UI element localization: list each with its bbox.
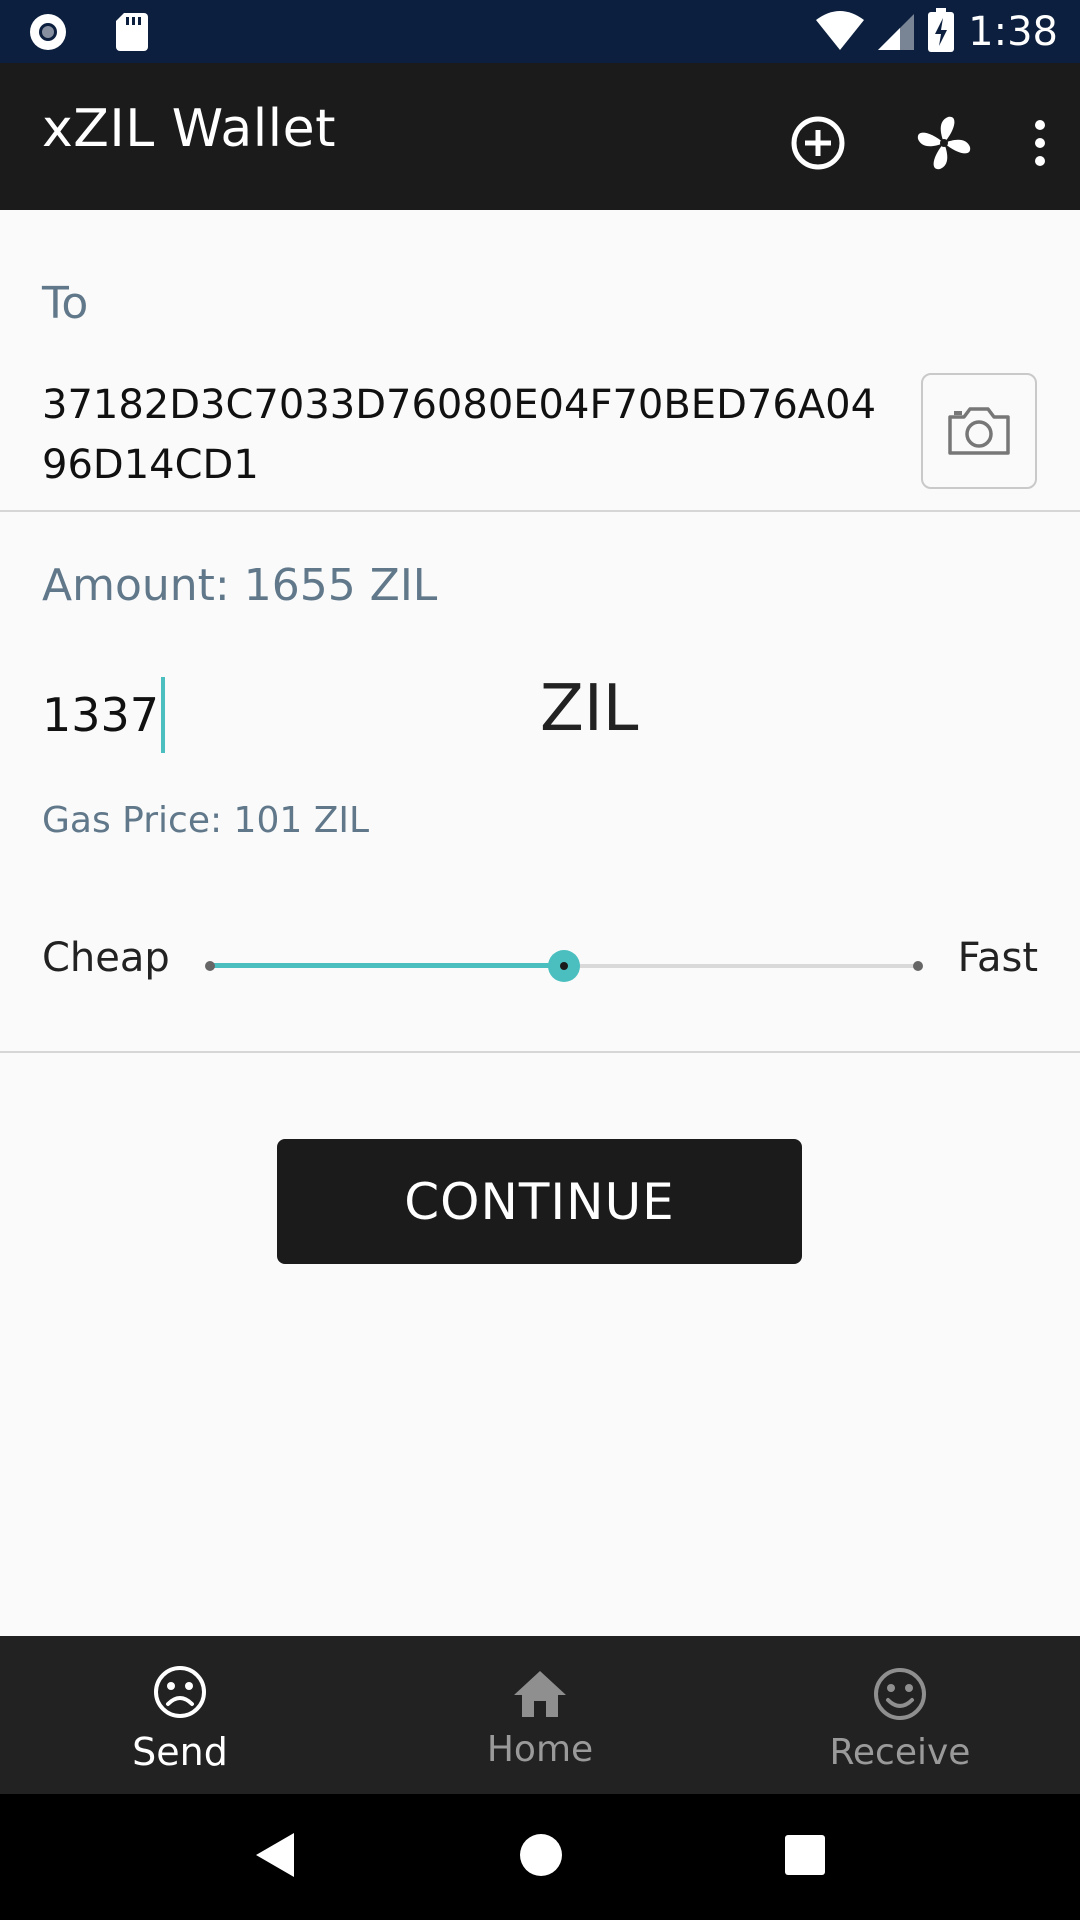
slider-min-label: Cheap (42, 935, 170, 981)
fan-icon (917, 116, 971, 170)
gas-price-slider[interactable] (204, 950, 924, 982)
nav-label-home: Home (486, 1728, 594, 1770)
continue-button[interactable]: CONTINUE (277, 1139, 802, 1264)
fan-button[interactable] (904, 103, 984, 183)
amount-value: 1337 (42, 688, 160, 742)
back-triangle-icon (256, 1833, 294, 1877)
system-navigation-bar (0, 1794, 1080, 1920)
smile-face-icon (874, 1667, 926, 1720)
amount-label: Amount: 1655 ZIL (42, 560, 438, 611)
status-time: 1:38 (968, 9, 1058, 55)
cell-signal-icon (878, 10, 915, 54)
nav-label-receive: Receive (829, 1731, 971, 1773)
app-bar: xZIL Wallet (0, 63, 1080, 210)
recents-square-icon (785, 1835, 825, 1875)
overflow-menu-button[interactable] (1020, 103, 1060, 183)
recents-button[interactable] (784, 1834, 826, 1880)
sad-face-icon (154, 1666, 206, 1718)
text-cursor (161, 677, 166, 753)
nav-item-send[interactable]: Send (0, 1636, 360, 1794)
sd-card-icon (116, 13, 148, 55)
bottom-navigation: Send Home Receive (0, 1636, 1080, 1794)
wifi-icon (816, 10, 865, 54)
camera-icon (948, 407, 1010, 455)
slider-fill (210, 963, 564, 968)
amount-unit: ZIL (540, 672, 639, 746)
to-address-field[interactable]: 37182D3C7033D76080E04F70BED76A0496D14CD1 (42, 375, 892, 495)
more-vert-icon (1035, 120, 1045, 166)
record-indicator-icon (28, 12, 68, 56)
nav-item-receive[interactable]: Receive (720, 1636, 1080, 1794)
app-title: xZIL Wallet (42, 99, 336, 159)
to-label: To (42, 278, 89, 329)
nav-item-home[interactable]: Home (360, 1636, 720, 1794)
home-system-button[interactable] (518, 1832, 564, 1882)
divider (0, 1051, 1080, 1053)
divider (0, 510, 1080, 512)
status-bar: 1:38 (0, 0, 1080, 63)
battery-charging-icon (928, 8, 955, 56)
slider-start-dot (205, 961, 215, 971)
slider-thumb[interactable] (548, 950, 580, 982)
scan-qr-button[interactable] (921, 373, 1037, 489)
home-icon (514, 1670, 566, 1717)
gas-price-label: Gas Price: 101 ZIL (42, 800, 370, 841)
nav-label-send: Send (132, 1730, 228, 1774)
home-circle-icon (520, 1834, 562, 1876)
add-button[interactable] (778, 103, 858, 183)
add-circle-icon (791, 116, 845, 170)
back-button[interactable] (254, 1831, 298, 1883)
slider-max-label: Fast (957, 935, 1038, 981)
amount-input[interactable]: 1337 (42, 677, 502, 753)
slider-end-dot (913, 961, 923, 971)
